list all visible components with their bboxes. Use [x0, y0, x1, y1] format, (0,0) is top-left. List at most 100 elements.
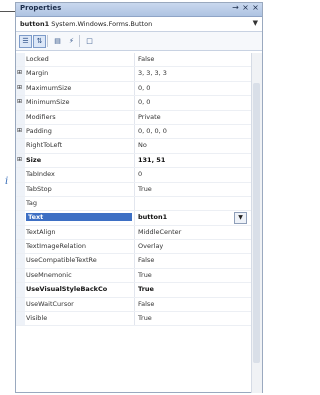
property-row[interactable]: Tag — [16, 196, 252, 212]
row-gutter — [16, 110, 25, 124]
column-divider — [134, 153, 135, 168]
property-value[interactable]: 3, 3, 3, 3 — [138, 69, 167, 77]
row-gutter — [16, 182, 25, 196]
expand-icon[interactable]: ⊞ — [17, 156, 22, 163]
row-gutter — [16, 297, 25, 312]
expand-icon[interactable]: ⊞ — [17, 99, 22, 105]
column-divider — [134, 196, 135, 211]
property-value[interactable]: 131, 51 — [138, 156, 165, 164]
column-divider — [134, 53, 135, 67]
column-divider — [134, 211, 135, 225]
column-divider — [134, 312, 135, 326]
toolbar-separator — [47, 35, 48, 47]
property-value[interactable]: Overlay — [138, 242, 163, 250]
row-gutter — [16, 283, 25, 297]
chevron-down-icon[interactable]: ▼ — [253, 19, 258, 27]
property-name: TextAlign — [26, 227, 56, 236]
property-name: UseMnemonic — [26, 270, 72, 279]
column-divider — [134, 96, 135, 110]
row-gutter: ⊞ — [16, 67, 25, 81]
property-value[interactable]: False — [138, 55, 154, 63]
row-gutter — [16, 168, 25, 182]
property-value[interactable]: Private — [138, 113, 161, 121]
object-selector[interactable]: button1 System.Windows.Forms.Button ▼ — [16, 17, 262, 32]
property-row[interactable]: TextAlign MiddleCenter — [16, 225, 252, 241]
property-name: UseWaitCursor — [26, 299, 74, 308]
properties-panel: Properties → × × button1 System.Windows.… — [15, 2, 263, 393]
property-row[interactable]: UseCompatibleTextRe False — [16, 254, 252, 269]
property-row[interactable]: Locked False — [16, 53, 252, 68]
property-name: UseVisualStyleBackCo — [26, 285, 108, 294]
panel-title: Properties — [20, 4, 62, 12]
property-row[interactable]: ⊞ MinimumSize 0, 0 — [16, 96, 252, 111]
column-divider — [134, 81, 135, 96]
row-gutter — [16, 268, 25, 283]
vertical-scrollbar[interactable] — [251, 53, 262, 393]
property-value[interactable]: False — [138, 300, 154, 308]
object-selector-label: button1 System.Windows.Forms.Button — [20, 20, 152, 28]
property-row[interactable]: Modifiers Private — [16, 110, 252, 125]
column-divider — [134, 124, 135, 139]
property-name: Modifiers — [26, 112, 56, 121]
row-gutter — [16, 53, 25, 67]
property-name: UseCompatibleTextRe — [26, 256, 97, 265]
property-row[interactable]: RightToLeft No — [16, 139, 252, 154]
property-name: Text — [26, 213, 132, 222]
row-gutter — [16, 240, 25, 254]
row-gutter: ⊞ — [16, 81, 25, 96]
scrollbar-thumb[interactable] — [253, 83, 260, 363]
property-row[interactable]: ⊞ Margin 3, 3, 3, 3 — [16, 67, 252, 82]
close-button[interactable]: × — [251, 3, 260, 12]
property-name: TabIndex — [26, 170, 55, 179]
expand-icon[interactable]: ⊞ — [17, 127, 22, 134]
column-divider — [134, 268, 135, 283]
property-value[interactable]: False — [138, 256, 154, 264]
property-value[interactable]: 0 — [138, 170, 142, 178]
property-value[interactable]: 0, 0, 0, 0 — [138, 127, 167, 135]
expand-icon[interactable]: ⊞ — [17, 70, 22, 76]
property-row[interactable]: TabIndex 0 — [16, 168, 252, 183]
property-value[interactable]: button1 — [138, 213, 167, 221]
property-row[interactable]: ⊞ MaximumSize 0, 0 — [16, 81, 252, 97]
alphabetical-icon[interactable]: ⇅ — [33, 35, 46, 48]
events-icon[interactable]: ⚡ — [65, 35, 78, 48]
row-gutter: ⊞ — [16, 153, 25, 168]
property-value[interactable]: True — [138, 185, 152, 193]
property-row[interactable]: Text button1 ▼ — [16, 211, 252, 226]
properties-toolbar: ☰ ⇅ ▤ ⚡ □ — [16, 32, 262, 51]
property-row[interactable]: TextImageRelation Overlay — [16, 240, 252, 255]
column-divider — [134, 67, 135, 81]
property-row[interactable]: UseWaitCursor False — [16, 297, 252, 313]
property-value[interactable]: True — [138, 285, 154, 293]
property-row[interactable]: Visible True — [16, 312, 252, 327]
property-value[interactable]: 0, 0 — [138, 98, 150, 106]
property-value[interactable]: MiddleCenter — [138, 228, 181, 236]
properties-icon[interactable]: ▤ — [51, 35, 64, 48]
object-type: System.Windows.Forms.Button — [51, 20, 153, 28]
column-divider — [134, 240, 135, 254]
property-row[interactable]: UseMnemonic True — [16, 268, 252, 284]
property-value[interactable]: 0, 0 — [138, 84, 150, 92]
column-divider — [134, 168, 135, 182]
property-name: RightToLeft — [26, 141, 63, 150]
property-value[interactable]: True — [138, 271, 152, 279]
value-editor-dropdown-icon[interactable]: ▼ — [234, 212, 247, 225]
expand-icon[interactable]: ⊞ — [17, 84, 22, 91]
row-gutter — [16, 139, 25, 153]
property-name: Tag — [26, 198, 38, 207]
row-gutter — [16, 254, 25, 268]
property-row[interactable]: ⊞ Padding 0, 0, 0, 0 — [16, 124, 252, 140]
property-pages-icon[interactable]: □ — [83, 35, 96, 48]
property-name: Size — [26, 155, 42, 164]
property-row[interactable]: UseVisualStyleBackCo True — [16, 283, 252, 298]
column-divider — [134, 139, 135, 153]
property-value[interactable]: No — [138, 141, 147, 149]
categorized-icon[interactable]: ☰ — [19, 35, 32, 48]
pin-button[interactable]: → — [231, 3, 240, 12]
property-row[interactable]: TabStop True — [16, 182, 252, 197]
property-value[interactable]: True — [138, 314, 152, 322]
property-row[interactable]: ⊞ Size 131, 51 — [16, 153, 252, 169]
property-name: Locked — [26, 55, 49, 63]
dropdown-menu-button[interactable]: × — [241, 3, 250, 12]
column-divider — [134, 283, 135, 297]
